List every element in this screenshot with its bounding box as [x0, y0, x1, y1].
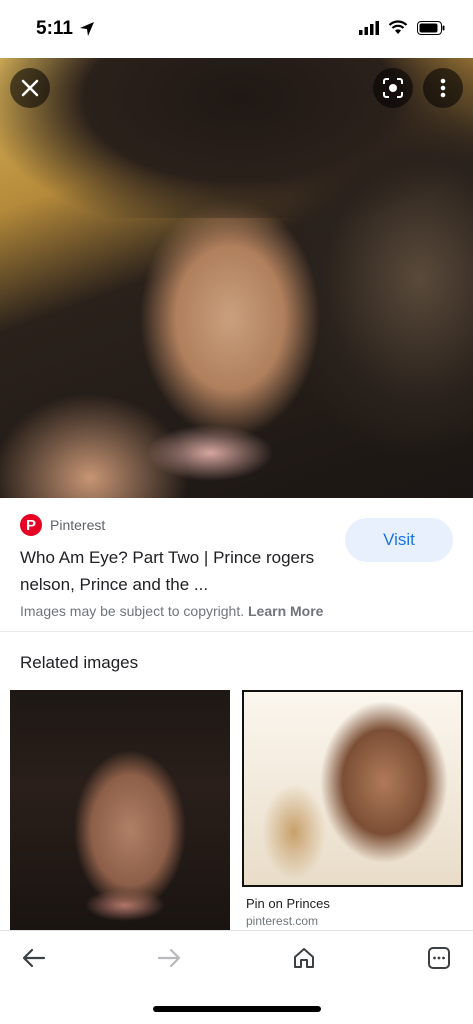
related-image-2[interactable]: [242, 690, 463, 887]
related-domain: pinterest.com: [246, 914, 319, 928]
more-options-button[interactable]: [423, 68, 463, 108]
status-icons: [359, 20, 445, 35]
source-row[interactable]: P Pinterest: [20, 514, 105, 536]
tabs-icon: [428, 947, 450, 969]
copyright-text: Images may be subject to copyright.: [20, 603, 245, 619]
tabs-button[interactable]: [424, 943, 454, 973]
lens-icon: [383, 78, 403, 98]
related-caption[interactable]: Pin on Princes: [246, 896, 330, 911]
home-button[interactable]: [289, 943, 319, 973]
more-vert-icon: [440, 78, 446, 98]
back-icon: [22, 948, 46, 968]
home-indicator: [153, 1006, 321, 1012]
close-icon: [21, 79, 39, 97]
home-icon: [294, 948, 314, 968]
related-image-1[interactable]: [10, 690, 230, 930]
divider: [0, 631, 473, 632]
learn-more-link[interactable]: Learn More: [248, 603, 323, 619]
battery-icon: [417, 20, 445, 35]
time-text: 5:11: [36, 18, 73, 39]
related-images-heading: Related images: [20, 653, 139, 672]
source-name: Pinterest: [50, 517, 106, 533]
result-title[interactable]: Who Am Eye? Part Two | Prince rogers nel…: [20, 544, 340, 598]
visit-button[interactable]: Visit: [345, 518, 453, 562]
forward-button[interactable]: [154, 943, 184, 973]
pinterest-logo-icon: P: [20, 514, 42, 536]
copyright-notice: Images may be subject to copyright. Lear…: [20, 603, 323, 619]
status-time: 5:11: [36, 18, 95, 40]
close-button[interactable]: [10, 68, 50, 108]
forward-icon: [157, 948, 181, 968]
signal-icon: [359, 20, 379, 35]
lens-button[interactable]: [373, 68, 413, 108]
location-arrow-icon: [79, 22, 94, 36]
status-bar: 5:11: [0, 0, 473, 58]
back-button[interactable]: [19, 943, 49, 973]
main-image[interactable]: [0, 58, 473, 498]
wifi-icon: [388, 20, 408, 34]
